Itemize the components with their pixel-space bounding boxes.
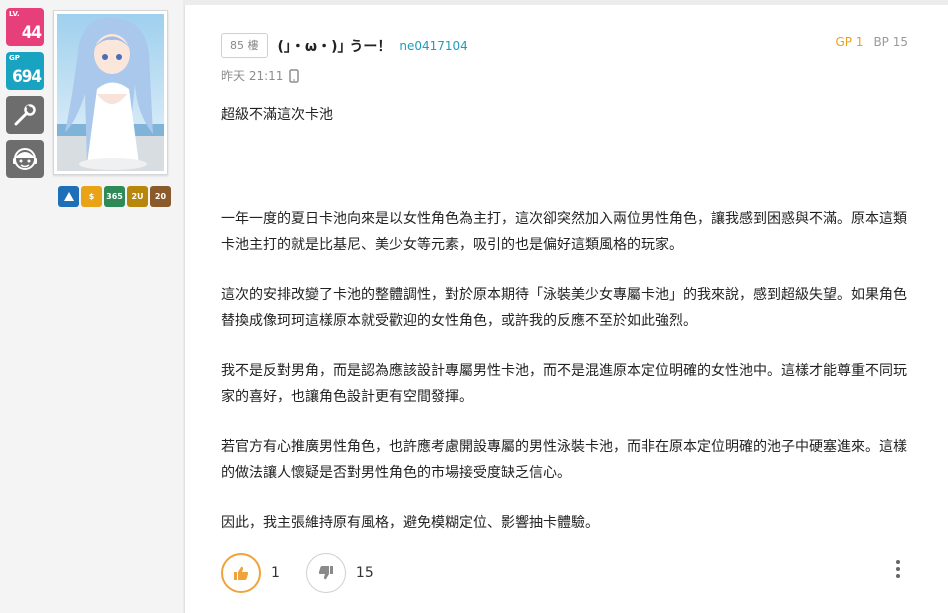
author-sidebar: LV. 44 GP 694 $ 365 2U 20 xyxy=(0,0,183,613)
post-score: GP 1 BP 15 xyxy=(835,35,908,49)
wrench-icon[interactable] xyxy=(6,96,44,134)
post-actions: 1 15 xyxy=(221,553,400,593)
username[interactable]: (｣・ω・)｣ うー！ xyxy=(278,36,392,56)
thumbs-down-icon xyxy=(318,566,333,580)
gp-value: 694 xyxy=(12,67,42,87)
post-meta: 昨天 21:11 xyxy=(221,67,300,84)
post-first-line: 超級不滿這次卡池 xyxy=(221,107,333,123)
medal-item[interactable]: 2U xyxy=(127,186,148,207)
mobile-device-icon xyxy=(289,68,300,83)
medal-list: $ 365 2U 20 xyxy=(58,186,171,207)
dot xyxy=(896,574,900,578)
medal-item[interactable] xyxy=(58,186,79,207)
medal-item[interactable]: $ xyxy=(81,186,102,207)
avatar-face-icon[interactable] xyxy=(6,140,44,178)
floor-number[interactable]: 85 樓 xyxy=(221,33,268,58)
bp-score[interactable]: BP 15 xyxy=(873,35,908,49)
dislike-button[interactable] xyxy=(305,553,346,593)
dot xyxy=(896,567,900,571)
gp-badge[interactable]: GP 694 xyxy=(6,52,44,90)
medal-item[interactable]: 20 xyxy=(150,186,171,207)
post-paragraph: 若官方有心推廣男性角色，也許應考慮開設專屬的男性泳裝卡池，而非在原本定位明確的池… xyxy=(221,439,907,481)
more-options-icon[interactable] xyxy=(896,560,900,578)
post-paragraph: 一年一度的夏日卡池向來是以女性角色為主打，這次卻突然加入兩位男性角色，讓我感到困… xyxy=(221,211,907,253)
post-body: 超級不滿這次卡池 一年一度的夏日卡池向來是以女性角色為主打，這次卻突然加入兩位男… xyxy=(221,102,911,560)
like-button[interactable] xyxy=(221,553,261,593)
medal-item[interactable]: 365 xyxy=(104,186,125,207)
level-badge[interactable]: LV. 44 xyxy=(6,8,44,46)
post-paragraph: 這次的安排改變了卡池的整體調性，對於原本期待「泳裝美少女專屬卡池」的我來說，感到… xyxy=(221,287,907,329)
author-badges: LV. 44 GP 694 xyxy=(6,8,44,184)
user-avatar[interactable] xyxy=(53,10,168,175)
post-header: 85 樓 (｣・ω・)｣ うー！ ne0417104 xyxy=(221,33,468,58)
post-paragraph: 因此，我主張維持原有風格，避免模糊定位、影響抽卡體驗。 xyxy=(221,515,599,531)
post-time: 昨天 21:11 xyxy=(221,69,284,83)
level-value: 44 xyxy=(21,23,42,43)
post-card: 85 樓 (｣・ω・)｣ うー！ ne0417104 GP 1 BP 15 昨天… xyxy=(184,5,948,613)
gp-label: GP xyxy=(9,54,20,62)
gp-score[interactable]: GP 1 xyxy=(835,35,863,49)
dislike-count: 15 xyxy=(355,565,374,581)
user-id[interactable]: ne0417104 xyxy=(399,39,467,53)
level-label: LV. xyxy=(9,10,20,18)
thumbs-up-icon xyxy=(234,566,249,580)
post-paragraph: 我不是反對男角，而是認為應該設計專屬男性卡池，而不是混進原本定位明確的女性池中。… xyxy=(221,363,907,405)
dot xyxy=(896,560,900,564)
like-count: 1 xyxy=(271,565,280,581)
